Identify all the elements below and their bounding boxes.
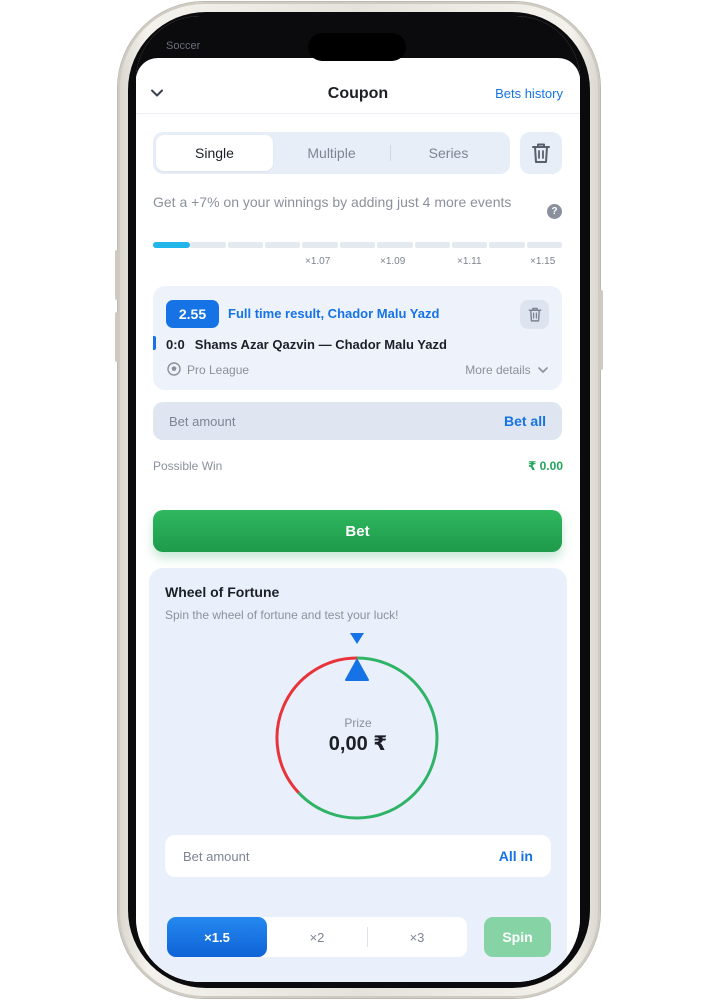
tab-multiple[interactable]: Multiple — [273, 135, 390, 171]
match-teams: Shams Azar Qazvin — Chador Malu Yazd — [194, 337, 447, 352]
all-in-button[interactable]: All in — [499, 848, 533, 864]
bet-card: 2.55 Full time result, Chador Malu Yazd … — [153, 286, 562, 390]
coupon-header: Coupon Bets history — [136, 58, 580, 114]
progress-segment — [377, 242, 413, 248]
more-details-label: More details — [465, 363, 531, 377]
multiplier-label: ×1.09 — [380, 256, 406, 267]
chevron-down-icon — [538, 367, 548, 374]
soccer-ball-icon — [167, 362, 181, 376]
progress-segment — [339, 242, 376, 248]
market-name: Full time result, Chador Malu Yazd — [228, 306, 440, 321]
progress-fill — [153, 242, 190, 248]
bet-all-button[interactable]: Bet all — [504, 413, 546, 429]
volume-up-button — [115, 250, 119, 300]
bonus-multipliers: ×1.07 ×1.09 ×1.11 ×1.15 — [153, 256, 562, 270]
progress-segment — [526, 242, 562, 248]
multiplier-option-1-5[interactable]: ×1.5 — [167, 917, 267, 957]
wheel-of-fortune-card: Wheel of Fortune Spin the wheel of fortu… — [149, 568, 567, 982]
dynamic-island — [308, 33, 406, 61]
match-score: 0:0 — [166, 337, 185, 352]
wheel-subtitle: Spin the wheel of fortune and test your … — [165, 608, 399, 622]
phone-screen: Soccer Coupon Bets history Single Multip… — [136, 16, 580, 982]
remove-bet-button[interactable] — [520, 300, 549, 329]
progress-segment — [489, 242, 525, 248]
progress-segment — [414, 242, 450, 248]
wheel-pointer — [350, 633, 364, 644]
multiplier-option-3[interactable]: ×3 — [367, 917, 467, 957]
prize-value: 0,00 ₹ — [328, 733, 388, 755]
tab-series[interactable]: Series — [390, 135, 507, 171]
tab-single[interactable]: Single — [156, 135, 273, 171]
wheel-arrow-up — [345, 659, 369, 681]
wheel-multiplier-selector: ×1.5 ×2 ×3 — [167, 917, 467, 957]
wheel-bet-amount-field[interactable]: Bet amount All in — [165, 835, 551, 877]
bets-history-link[interactable]: Bets history — [495, 86, 563, 101]
trash-icon — [532, 143, 550, 163]
power-button — [599, 290, 603, 370]
wheel-title: Wheel of Fortune — [165, 584, 280, 600]
volume-down-button — [115, 312, 119, 362]
match-line: 0:0 Shams Azar Qazvin — Chador Malu Yazd — [166, 337, 447, 352]
multiplier-label: ×1.07 — [305, 256, 331, 267]
live-indicator — [153, 336, 156, 350]
bonus-promo-text: Get a +7% on your winnings by adding jus… — [153, 194, 512, 210]
progress-segment — [451, 242, 488, 248]
progress-segment — [190, 242, 226, 248]
progress-segment — [265, 242, 301, 248]
spin-button[interactable]: Spin — [484, 917, 551, 957]
coupon-sheet: Coupon Bets history Single Multiple Seri… — [136, 58, 580, 982]
possible-win-value: ₹ 0.00 — [527, 459, 563, 473]
wheel-bet-amount-placeholder: Bet amount — [183, 849, 250, 864]
bet-amount-field[interactable]: Bet amount Bet all — [153, 402, 562, 440]
possible-win-label: Possible Win — [153, 459, 223, 473]
status-carrier: Soccer — [166, 40, 201, 52]
league-name: Pro League — [187, 363, 250, 377]
prize-label: Prize — [344, 716, 372, 730]
trash-icon — [528, 307, 541, 322]
clear-coupon-button[interactable] — [520, 132, 562, 174]
bet-type-tabs: Single Multiple Series — [153, 132, 510, 174]
progress-segment — [302, 242, 338, 248]
more-details-toggle[interactable]: More details — [465, 363, 548, 377]
bonus-progress-bar — [153, 242, 562, 248]
question-icon[interactable]: ? — [547, 204, 562, 219]
multiplier-option-2[interactable]: ×2 — [267, 917, 367, 957]
bet-amount-placeholder: Bet amount — [169, 414, 236, 429]
bet-button[interactable]: Bet — [153, 510, 562, 552]
multiplier-label: ×1.15 — [530, 256, 556, 267]
progress-segment — [227, 242, 264, 248]
odds-badge: 2.55 — [166, 300, 219, 328]
multiplier-label: ×1.11 — [457, 256, 482, 267]
